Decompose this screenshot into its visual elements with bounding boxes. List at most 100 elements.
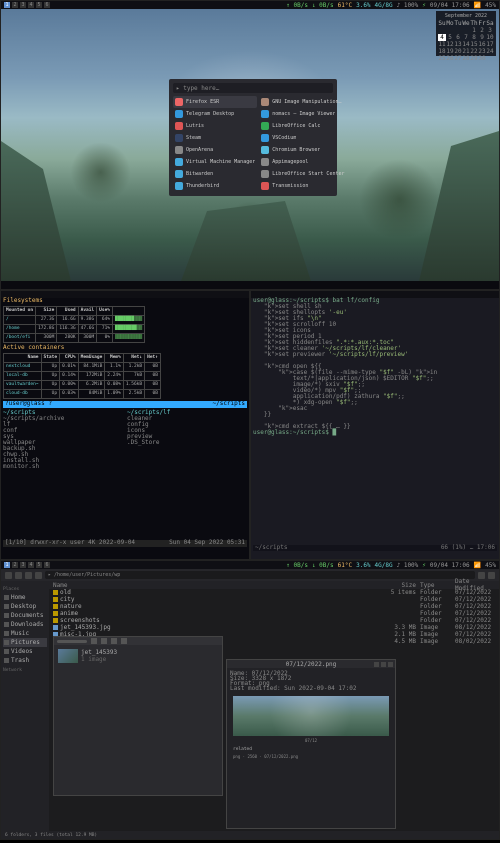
minimize-icon[interactable] <box>374 662 379 667</box>
sidebar-item[interactable]: Trash <box>3 656 47 665</box>
related-row[interactable]: png · 2560 · 07/12/2022.png <box>233 754 389 759</box>
thumb-item[interactable]: jet_1453931 image <box>58 649 218 663</box>
workspace-tag-4[interactable]: 4 <box>28 562 34 568</box>
launcher-search[interactable]: ▸ type here… <box>173 83 333 93</box>
workspace-tag-5[interactable]: 5 <box>36 2 42 8</box>
status-bat: 45% <box>485 2 496 9</box>
sidebar-item[interactable]: Videos <box>3 647 47 656</box>
launcher-item[interactable]: Chromium Browser <box>259 144 346 156</box>
breadcrumb[interactable]: ▸ /home/user/Pictures/wp <box>45 571 475 579</box>
status-power: ⚡ <box>422 2 426 9</box>
app-label: Telegram Desktop <box>186 111 234 117</box>
file-row[interactable]: old5 itemsFolder07/12/2022 <box>49 589 499 596</box>
file-icon <box>53 611 58 616</box>
sidebar-item[interactable]: Pictures <box>3 638 47 647</box>
app-label: VSCodium <box>272 135 296 141</box>
fm-statusbar: 6 folders, 3 files (total 12.9 MB) <box>1 831 499 839</box>
launcher-item[interactable]: Lutris <box>173 120 257 132</box>
app-icon <box>261 158 269 166</box>
status-net_down: ↓ 0B/s <box>312 562 334 569</box>
app-icon <box>175 110 183 118</box>
home-icon[interactable] <box>35 572 42 579</box>
term-section-fs: Filesystems <box>3 298 247 304</box>
app-icon <box>261 170 269 178</box>
file-row[interactable]: jet_145393.jpg3.3 MBImage08/12/2022 <box>49 624 499 631</box>
workspace-tag-5[interactable]: 5 <box>36 562 42 568</box>
file-icon <box>53 604 58 609</box>
file-row[interactable]: animeFolder07/12/2022 <box>49 610 499 617</box>
fm-topbar: 123456 ↑ 0B/s↓ 0B/s61°C3.6%4G/8G♪ 100%⚡0… <box>1 561 499 569</box>
file-row[interactable]: cityFolder07/12/2022 <box>49 596 499 603</box>
app-icon <box>175 170 183 178</box>
forward-icon[interactable] <box>15 572 22 579</box>
workspace-tag-2[interactable]: 2 <box>12 2 18 8</box>
back-icon[interactable] <box>5 572 12 579</box>
related-header: related <box>233 747 389 752</box>
sidebar-item[interactable]: Desktop <box>3 602 47 611</box>
launcher-item[interactable]: Transmission <box>259 180 346 192</box>
image-viewer: 07/12/2022.png Name: 07/12/2022Size: 332… <box>226 659 396 829</box>
app-label: nomacs – Image Viewer <box>272 111 335 117</box>
fm-sidebar: Places HomeDesktopDocumentsDownloadsMusi… <box>1 581 49 831</box>
rotate-icon[interactable] <box>101 638 107 644</box>
up-icon[interactable] <box>25 572 32 579</box>
app-label: Lutris <box>186 123 204 129</box>
editor-path: ~/scripts <box>255 545 288 551</box>
app-label: Virtual Machine Manager <box>186 159 255 165</box>
col-size[interactable]: Size <box>381 582 416 589</box>
file-icon <box>53 597 58 602</box>
workspace-tag-1[interactable]: 1 <box>4 562 10 568</box>
sidebar-item[interactable]: Home <box>3 593 47 602</box>
launcher-item[interactable]: Bitwarden <box>173 168 257 180</box>
viewer-metadata: Name: 07/12/2022Size: 3328 x 1872Format:… <box>227 668 395 694</box>
workspace-tag-3[interactable]: 3 <box>20 562 26 568</box>
launcher-item[interactable]: LibreOffice Calc <box>259 120 346 132</box>
editor-content[interactable]: user@glass:~/scripts$ bat lf/config "k">… <box>253 298 497 551</box>
col-type[interactable]: Type <box>416 582 451 589</box>
close-icon[interactable] <box>388 662 393 667</box>
maximize-icon[interactable] <box>381 662 386 667</box>
workspace-tag-6[interactable]: 6 <box>44 562 50 568</box>
file-row[interactable]: natureFolder07/12/2022 <box>49 603 499 610</box>
star-icon[interactable] <box>111 638 117 644</box>
sidebar-group-places: Places <box>3 587 47 592</box>
workspace-tag-6[interactable]: 6 <box>44 2 50 8</box>
launcher-item[interactable]: Telegram Desktop <box>173 108 257 120</box>
workspace-tag-4[interactable]: 4 <box>28 2 34 8</box>
sidebar-item[interactable]: Music <box>3 629 47 638</box>
file-row[interactable]: screenshotsFolder07/12/2022 <box>49 617 499 624</box>
col-name[interactable]: Name <box>49 582 381 589</box>
app-label: LibreOffice Start Center <box>272 171 344 177</box>
calendar-month: September 2022 <box>438 13 494 19</box>
grid-icon[interactable] <box>91 638 97 644</box>
filemanager-pane: 123456 ↑ 0B/s↓ 0B/s61°C3.6%4G/8G♪ 100%⚡0… <box>0 560 500 840</box>
launcher-item[interactable]: Appimagepool <box>259 156 346 168</box>
launcher-item[interactable]: Steam <box>173 132 257 144</box>
launcher-item[interactable]: VSCodium <box>259 132 346 144</box>
launcher-item[interactable]: Firefox ESR <box>173 96 257 108</box>
trash-icon[interactable] <box>121 638 127 644</box>
launcher-item[interactable]: LibreOffice Start Center <box>259 168 346 180</box>
term-section-ct: Active containers <box>3 345 247 351</box>
launcher-item[interactable]: GNU Image Manipulation… <box>259 96 346 108</box>
terminal-content[interactable]: Filesystems Mounted onSizeUsedAvailUse%/… <box>3 298 247 547</box>
launcher-item[interactable]: OpenArena <box>173 144 257 156</box>
status-net_up: ↑ 0B/s <box>286 2 308 9</box>
viewer-image[interactable] <box>233 696 389 736</box>
zoom-slider[interactable] <box>57 640 87 643</box>
status-vol: ♪ 100% <box>397 562 419 569</box>
sidebar-item[interactable]: Downloads <box>3 620 47 629</box>
workspace-tag-1[interactable]: 1 <box>4 2 10 8</box>
launcher-item[interactable]: Thunderbird <box>173 180 257 192</box>
viewer-title: 07/12/2022.png <box>286 661 337 668</box>
sidebar-item[interactable]: Documents <box>3 611 47 620</box>
launcher-item[interactable]: nomacs – Image Viewer <box>259 108 346 120</box>
launcher-item[interactable]: Virtual Machine Manager <box>173 156 257 168</box>
workspace-tag-3[interactable]: 3 <box>20 2 26 8</box>
viewer-picname: 07/12 <box>227 738 395 743</box>
app-label: OpenArena <box>186 147 213 153</box>
app-launcher: ▸ type here… Firefox ESR Telegram Desktop… <box>169 79 337 196</box>
status-cpu: 3.6% <box>356 562 370 569</box>
workspace-tag-2[interactable]: 2 <box>12 562 18 568</box>
status-date: 09/04 17:06 <box>430 562 470 569</box>
